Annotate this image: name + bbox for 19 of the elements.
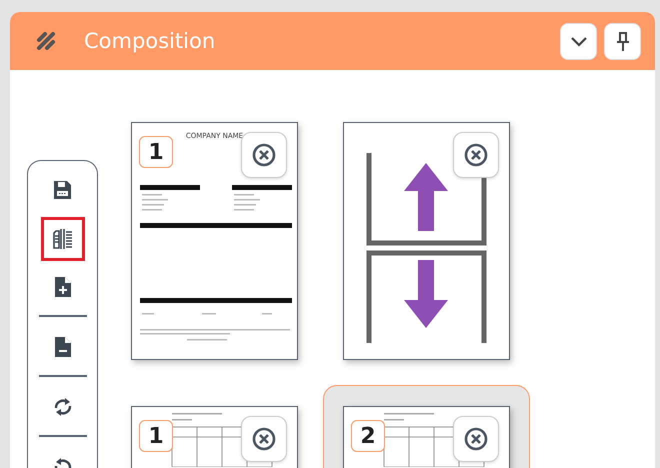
close-circle-icon <box>251 426 277 452</box>
remove-button[interactable] <box>241 416 287 462</box>
remove-button[interactable] <box>453 416 499 462</box>
up-arrow-icon <box>404 163 448 231</box>
toolbar-button[interactable] <box>40 217 84 261</box>
page-number: 1 <box>139 136 173 168</box>
collapse-button[interactable] <box>560 22 597 60</box>
page-slot[interactable]: 1 <box>111 385 318 468</box>
page-number: 2 <box>351 420 385 452</box>
page-number: 1 <box>139 420 173 452</box>
pin-button[interactable] <box>604 22 641 60</box>
close-circle-icon <box>463 142 489 168</box>
remove-button[interactable] <box>241 132 287 178</box>
close-circle-icon <box>463 426 489 452</box>
down-arrow-icon <box>404 260 448 328</box>
close-circle-icon <box>251 142 277 168</box>
panel-title: Composition <box>84 29 216 53</box>
remove-button[interactable] <box>453 132 499 178</box>
split-pages-icon <box>50 227 74 251</box>
